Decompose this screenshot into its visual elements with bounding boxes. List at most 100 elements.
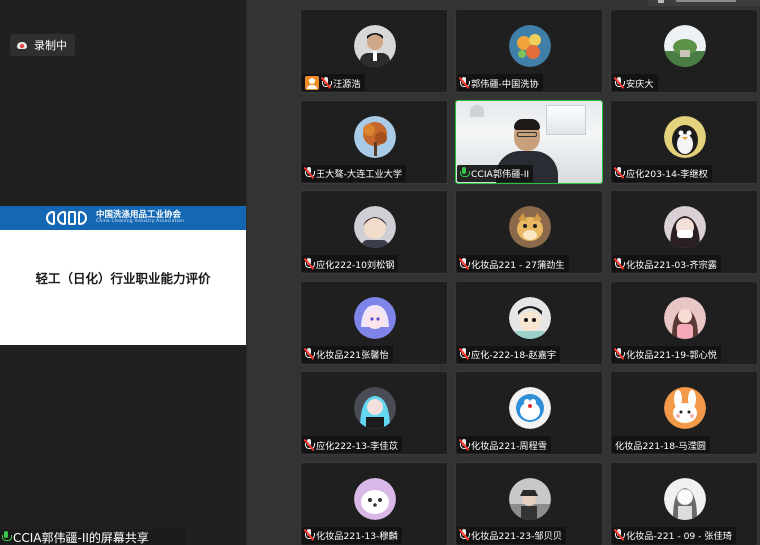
participant-name: 汪源浩 [333,78,361,90]
participant-tile[interactable]: 郭伟疆-中国洗协 [455,9,603,93]
participant-name-bar: 化妆品221-19-郭心悦 [612,345,721,363]
participant-name: 应化203-14-李继权 [626,169,708,180]
participant-avatar [509,477,551,520]
microphone-muted-icon [458,529,470,541]
participant-name: CCIA郭伟疆-II [471,169,530,180]
recording-indicator[interactable]: 录制中 [10,34,75,56]
participant-tile[interactable]: 化妆品221-周程雪 [455,371,603,455]
participant-avatar [509,25,551,67]
participant-name: 应化222-13-李佳苡 [316,440,398,452]
participant-name-bar: 王大骜-大连工业大学 [302,164,407,182]
microphone-muted-icon [303,438,315,451]
microphone-muted-icon [458,76,470,89]
microphone-muted-icon [613,257,625,270]
participant-tile[interactable]: 应化222-13-李佳苡 [300,371,448,455]
microphone-muted-icon [458,257,470,270]
participant-name-bar: 化妆品-221 - 09 - 张佳琦 [612,526,736,544]
microphone-muted-icon [613,76,625,89]
microphone-muted-icon [303,529,315,541]
slide-org-name-en: China Cleaning Industry Association [96,219,185,225]
participant-name-bar: 汪源浩 [302,74,365,91]
participant-name-bar: 化妆品221-18-马滢圆 [612,436,710,453]
participant-tile[interactable]: 应化-222-18-赵嘉宇 [455,280,603,365]
participant-name: 化妆品221-03-齐宗露 [626,259,717,271]
participant-avatar [354,206,396,248]
participant-tile[interactable]: 应化222-10刘松钢 [300,190,448,274]
participant-name: 化妆品221-23-邹贝贝 [471,531,562,542]
participant-name: 应化-222-18-赵嘉宇 [471,350,557,361]
participant-tile[interactable]: 汪源浩 [300,9,448,93]
slide-header-band: 中国洗涤用品工业协会 China Cleaning Industry Assoc… [0,206,246,230]
participant-name: 王大骜-大连工业大学 [316,169,403,180]
microphone-active-icon [460,167,470,179]
participant-avatar [509,387,551,429]
participant-tile[interactable]: 化妆品221张馨怡 [300,280,448,365]
participant-name: 化妆品221 - 27蒲劲生 [471,259,565,271]
participant-name-bar: 化妆品221 - 27蒲劲生 [457,255,569,272]
participant-tile[interactable]: 化妆品221-03-齐宗露 [610,190,758,274]
shared-slide: 中国洗涤用品工业协会 China Cleaning Industry Assoc… [0,206,246,345]
recording-label: 录制中 [34,39,67,52]
participant-tile[interactable]: 化妆品221-19-郭心悦 [610,280,758,365]
microphone-muted-icon [613,167,625,179]
participant-avatar [354,477,396,520]
participant-name: 应化222-10刘松钢 [316,259,395,271]
presenter-label: CCIA郭伟疆-II的屏幕共享 [0,529,185,545]
participant-name-bar: 应化-222-18-赵嘉宇 [457,345,561,363]
participant-name-bar: 化妆品221张馨怡 [302,345,393,363]
recording-cloud-icon [16,39,28,51]
participant-tile[interactable]: 王大骜-大连工业大学 [300,99,448,184]
participant-name: 安庆大 [626,78,654,90]
participant-tile[interactable]: 应化203-14-李继权 [610,99,758,184]
participant-name-bar: 化妆品221-周程雪 [457,436,551,453]
participant-name-bar: 化妆品221-23-邹贝贝 [457,526,566,544]
participant-name: 化妆品221-周程雪 [471,440,547,452]
participant-name-bar: 郭伟疆-中国洗协 [457,74,543,91]
participant-tile[interactable]: 化妆品221-18-马滢圆 [610,371,758,455]
participant-name-bar: 应化222-10刘松钢 [302,255,399,272]
microphone-muted-icon [613,348,625,360]
participant-avatar [664,477,706,520]
participant-name: 化妆品221-19-郭心悦 [626,350,717,361]
participant-avatar [509,296,551,339]
microphone-icon [2,531,12,543]
participant-name-bar: 化妆品221-03-齐宗露 [612,255,721,272]
participant-avatar [509,206,551,248]
microphone-muted-icon [458,348,470,360]
participant-name: 郭伟疆-中国洗协 [471,78,539,90]
participant-name: 化妆品221张馨怡 [316,350,389,361]
participant-avatar [664,387,706,429]
participant-tile[interactable]: 安庆大 [610,9,758,93]
participant-grid: 汪源浩 郭伟疆-中国洗协 安庆大王大骜-大连工业大学 CCIA郭伟疆-II 应化203-… [247,0,760,545]
participant-avatar [664,296,706,339]
participant-name: 化妆品-221 - 09 - 张佳琦 [626,531,732,542]
participant-name: 化妆品221-18-马滢圆 [615,440,706,452]
participant-tile[interactable]: 化妆品221-23-邹贝贝 [455,461,603,545]
participant-tile-active-speaker[interactable]: CCIA郭伟疆-II [455,99,603,184]
slide-title: 轻工（日化）行业职业能力评价 [35,271,211,286]
screen-share-panel: 录制中 中国洗涤用品工业协会 China Cleaning Industry A… [0,0,246,545]
participant-name-bar: CCIA郭伟疆-II [457,164,534,182]
participant-name-bar: 应化222-13-李佳苡 [302,436,402,453]
microphone-muted-icon [458,438,470,451]
participant-tile[interactable]: 化妆品221-13-穆麟 [300,461,448,545]
participant-tile[interactable]: 化妆品-221 - 09 - 张佳琦 [610,461,758,545]
participant-avatar [354,115,396,158]
participant-avatar [354,387,396,429]
participant-tile[interactable]: 化妆品221 - 27蒲劲生 [455,190,603,274]
participant-name-bar: 安庆大 [612,74,658,91]
participant-avatar [354,25,396,67]
top-toolbar[interactable] [648,0,760,6]
microphone-muted-icon [320,76,332,89]
microphone-muted-icon [303,257,315,270]
participant-name: 化妆品221-13-穆麟 [316,531,398,542]
presenter-name: CCIA郭伟疆-II的屏幕共享 [13,530,149,545]
microphone-muted-icon [303,167,315,179]
ccia-logo-icon [46,210,92,226]
participant-name-bar: 应化203-14-李继权 [612,164,712,182]
participant-avatar [664,115,706,158]
slide-organization: 中国洗涤用品工业协会 China Cleaning Industry Assoc… [96,211,184,225]
microphone-muted-icon [303,348,315,360]
participant-avatar [664,206,706,248]
microphone-muted-icon [613,529,625,541]
